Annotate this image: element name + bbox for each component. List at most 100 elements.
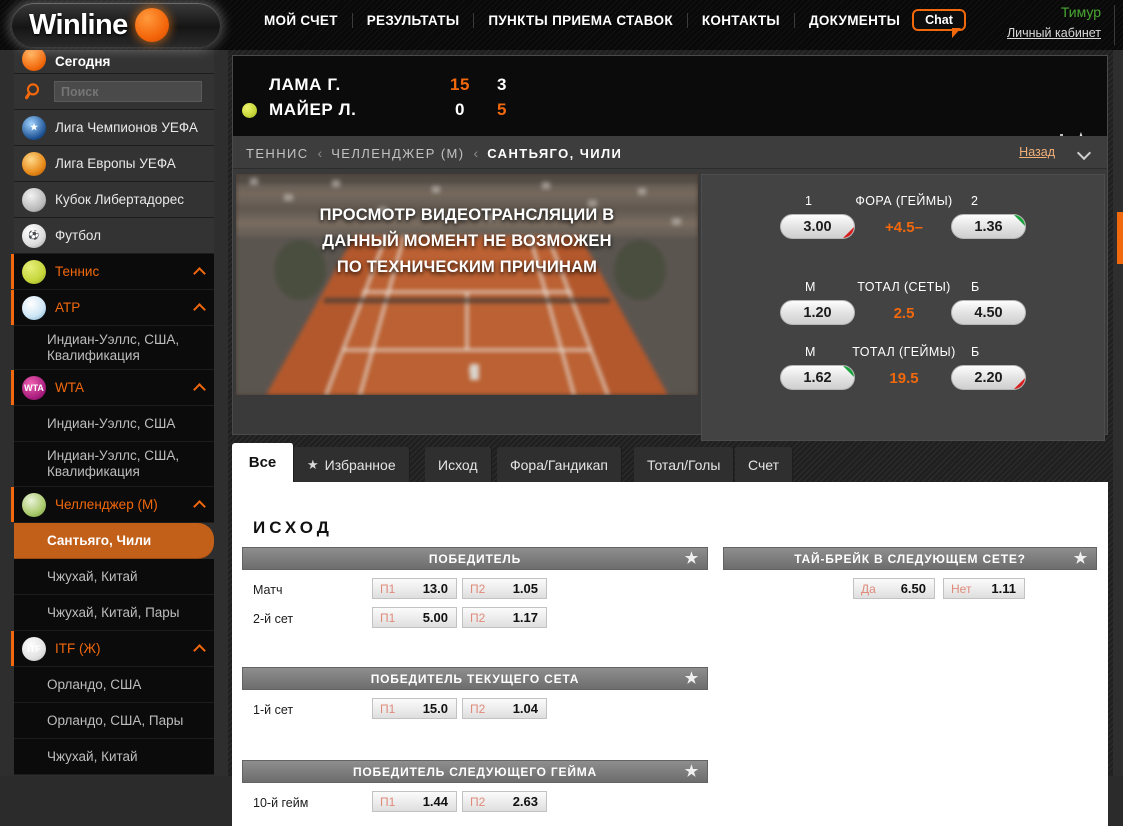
chevron-up-icon[interactable] [193,266,206,280]
chevron-up-icon[interactable] [193,499,206,513]
sidebar-item-indian-wells-wta[interactable]: Индиан-Уэллс, США [14,406,214,442]
favorite-star-icon[interactable]: ★ [1074,550,1088,567]
breadcrumb-item-tournament: САНТЬЯГО, ЧИЛИ [487,145,623,161]
sidebar-item-label: WTA [55,379,84,395]
search-icon [22,82,46,101]
tab-handicap[interactable]: Фора/Гандикап [497,447,622,482]
odd-button-p1[interactable]: П1 13.0 [372,578,457,599]
quick-odd-button-2[interactable]: 4.50 [951,300,1026,325]
odd-button-p2[interactable]: П2 1.05 [462,578,547,599]
odd-label: П1 [380,610,396,625]
sidebar-search[interactable] [14,74,214,110]
favorite-star-icon[interactable]: ★ [685,670,699,687]
sidebar-item-copa-libertadores[interactable]: Кубок Либертадорес [14,182,214,218]
odd-label: П2 [470,581,486,596]
sidebar-item-zhuhai-china[interactable]: Чжухай, Китай [14,559,214,595]
odd-button-no[interactable]: Нет 1.11 [943,578,1025,599]
sidebar-item-zhuhai-china-doubles[interactable]: Чжухай, Китай, Пары [14,595,214,631]
sidebar-item-zhuhai-china-2[interactable]: Чжухай, Китай [14,739,214,775]
favorite-star-icon[interactable]: ★ [685,550,699,567]
star-icon: ★ [307,456,319,472]
top-header: Winline МОЙ СЧЕТ РЕЗУЛЬТАТЫ ПУНКТЫ ПРИЕМ… [0,0,1123,50]
right-rail-tab[interactable] [1117,212,1123,264]
quick-market-title: ТОТАЛ (СЕТЫ) [857,280,951,294]
odd-value: 6.50 [900,581,926,596]
video-stream-placeholder[interactable]: ПРОСМОТР ВИДЕОТРАНСЛЯЦИИ В ДАННЫЙ МОМЕНТ… [236,174,698,395]
favorite-star-icon[interactable]: ★ [685,763,699,780]
sidebar-item-label: Сегодня [55,53,111,69]
player2-games: 5 [496,100,508,119]
chevron-up-icon[interactable] [193,302,206,316]
quick-market-col1: М [805,345,816,359]
sidebar-item-uefa-europa-league[interactable]: Лига Европы УЕФА [14,146,214,182]
quick-odds-panel: ФОРА (ГЕЙМЫ) 1 2 3.00 +4.5– 1.36 ТОТАЛ (… [701,174,1105,441]
itf-icon: ITF [22,636,46,661]
sidebar-item-itf-w[interactable]: ITF ITF (Ж) [11,631,214,667]
quick-odd-button-2[interactable]: 2.20 [951,365,1026,390]
odd-label: Да [861,581,876,596]
tab-score[interactable]: Счет [735,447,793,482]
quick-market-title: ФОРА (ГЕЙМЫ) [855,194,953,208]
sidebar-item-wta[interactable]: WTA WTA [11,370,214,406]
breadcrumb-separator-icon: ‹ [317,145,323,161]
chevron-up-icon[interactable] [193,382,206,396]
odd-button-yes[interactable]: Да 6.50 [853,578,935,599]
market-card-header: ТАЙ-БРЕЙК В СЛЕДУЮЩЕМ СЕТЕ? ★ [723,547,1097,570]
odd-value: 15.0 [422,701,448,716]
sidebar-item-today[interactable]: Сегодня [14,50,214,74]
quick-market-line-value: 19.5 [889,370,919,387]
table-row: Да 6.50 Нет 1.11 [731,576,1097,605]
odd-button-p2[interactable]: П2 1.17 [462,607,547,628]
tab-outcome[interactable]: Исход [425,447,492,482]
market-card-title: ПОБЕДИТЕЛЬ СЛЕДУЮЩЕГО ГЕЙМА [352,764,598,779]
search-input[interactable] [54,81,202,102]
back-link[interactable]: Назад [1019,145,1055,159]
odd-button-p1[interactable]: П1 1.44 [372,791,457,812]
nav-item-my-account[interactable]: МОЙ СЧЕТ [250,13,353,28]
sidebar-item-label: Лига Европы УЕФА [55,155,176,171]
sidebar-item-indian-wells-qual-wta[interactable]: Индиан-Уэллс, США, Квалификация [14,442,214,487]
chevron-up-icon[interactable] [193,643,206,657]
market-card-tiebreak-next-set: ТАЙ-БРЕЙК В СЛЕДУЮЩЕМ СЕТЕ? ★ Да 6.50 Не… [723,547,1097,605]
nav-item-contacts[interactable]: КОНТАКТЫ [688,13,795,28]
table-row: 1-й сет П1 15.0 П2 1.04 [250,696,708,725]
nav-item-documents[interactable]: ДОКУМЕНТЫ [795,13,914,28]
odd-button-p1[interactable]: П1 5.00 [372,607,457,628]
odd-button-p2[interactable]: П2 1.04 [462,698,547,719]
sidebar-item-challenger-m[interactable]: Челленджер (М) [11,487,214,523]
sidebar-item-atp[interactable]: ATP [11,290,214,326]
europa-league-icon [22,151,46,176]
match-frame: ЛАМА Г. 15 3 МАЙЕР Л. 0 5 ★ ТЕННИС ‹ ЧЕЛ… [232,55,1108,441]
personal-account-link[interactable]: Личный кабинет [1007,26,1101,40]
video-message-line-2: ДАННЫЙ МОМЕНТ НЕ ВОЗМОЖЕН [322,232,612,250]
market-card-title: ПОБЕДИТЕЛЬ [428,551,522,566]
sidebar-item-tennis[interactable]: Теннис [11,254,214,290]
odd-button-p2[interactable]: П2 2.63 [462,791,547,812]
odd-button-p1[interactable]: П1 15.0 [372,698,457,719]
chevron-down-icon[interactable] [1076,145,1092,161]
player1-points: 15 [449,75,471,94]
quick-market-row: 1.62 19.5 2.20 [702,365,1106,397]
tab-label: Фора/Гандикап [510,456,608,473]
nav-item-betting-shops[interactable]: ПУНКТЫ ПРИЕМА СТАВОК [474,13,688,28]
sidebar-item-indian-wells-qual-atp[interactable]: Индиан-Уэллс, США, Квалификация [14,326,214,370]
sidebar-item-santiago-chile[interactable]: Сантьяго, Чили [14,523,214,559]
odd-value: 1.44 [422,794,448,809]
sidebar-item-label: Теннис [55,263,100,279]
nav-item-results[interactable]: РЕЗУЛЬТАТЫ [353,13,475,28]
tab-all[interactable]: Все [232,443,294,482]
quick-odd-button-2[interactable]: 1.36 [951,214,1026,239]
sidebar-item-uefa-champions-league[interactable]: ★ Лига Чемпионов УЕФА [14,110,214,146]
tab-favorites[interactable]: ★ Избранное [294,447,410,482]
wta-icon: WTA [22,375,46,400]
sidebar-item-orlando-usa-doubles[interactable]: Орландо, США, Пары [14,703,214,739]
clock-icon [22,50,46,71]
tab-totals[interactable]: Тотал/Голы [634,447,735,482]
breadcrumb-item-league[interactable]: ЧЕЛЛЕНДЖЕР (М) [331,146,464,161]
breadcrumb-item-sport[interactable]: ТЕННИС [246,146,309,161]
sidebar-item-football[interactable]: ⚽ Футбол [14,218,214,254]
sidebar-item-orlando-usa[interactable]: Орландо, США [14,667,214,703]
player2-points: 0 [454,100,466,119]
winline-logo[interactable]: Winline [12,3,220,47]
markets-content: ИСХОД ПОБЕДИТЕЛЬ ★ Матч П1 13.0 П2 1.05 [232,482,1108,826]
